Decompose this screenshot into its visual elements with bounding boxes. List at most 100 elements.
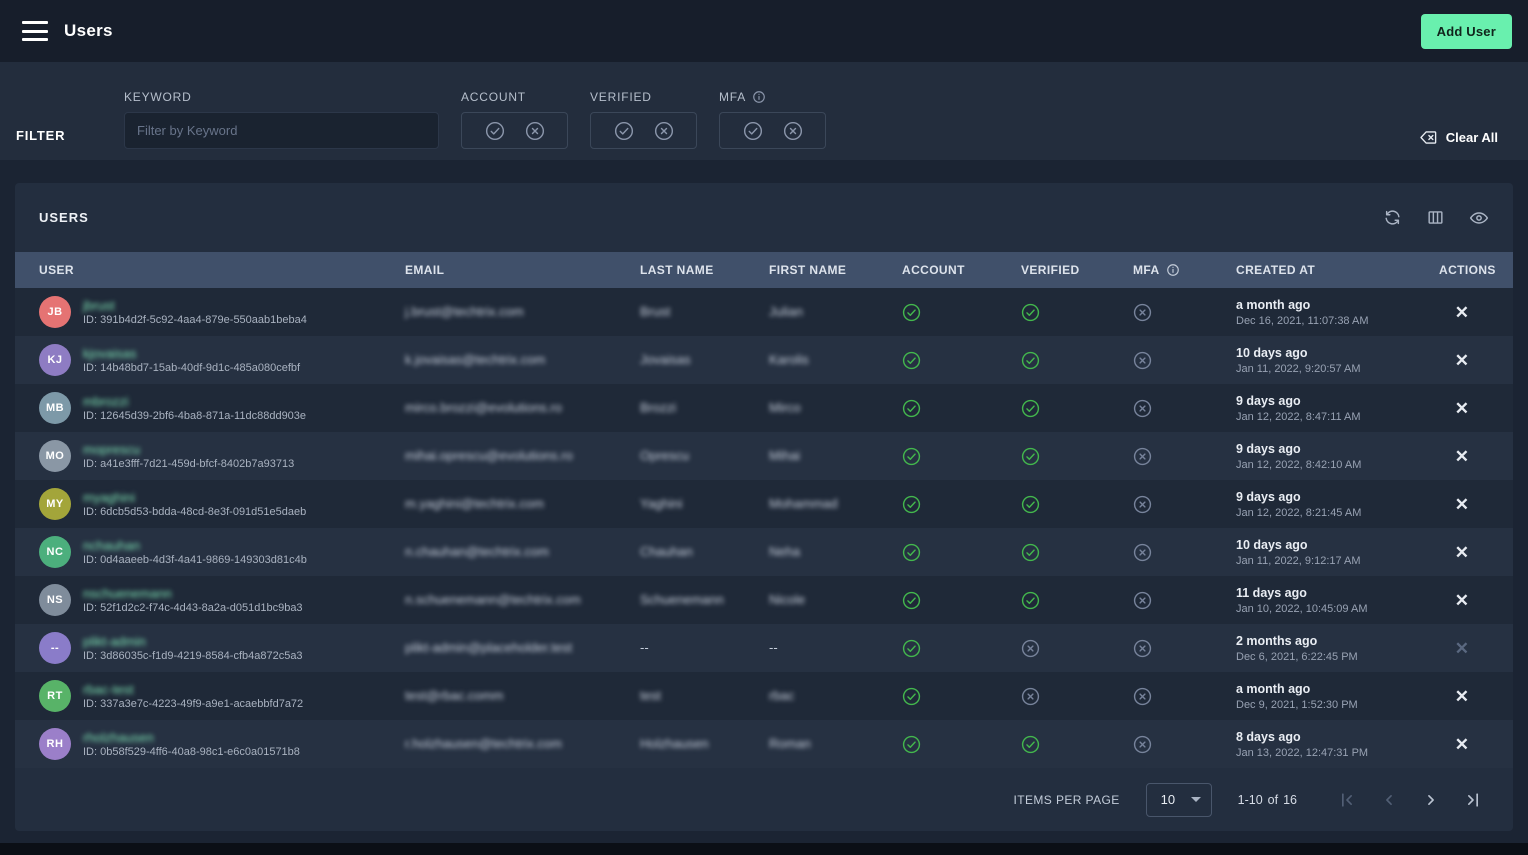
account-status-icon: [902, 687, 1021, 706]
keyword-input[interactable]: [124, 112, 439, 149]
pagination-bar: ITEMS PER PAGE 10 1-10of16: [15, 768, 1513, 831]
user-name[interactable]: myaghini: [83, 491, 135, 504]
user-name[interactable]: plikt-admin: [83, 635, 146, 648]
user-email: mirco.brozzi@evolutions.ro: [405, 400, 562, 415]
account-filter: ACCOUNT: [461, 90, 568, 149]
user-name[interactable]: nchauhan: [83, 539, 140, 552]
items-per-page-select[interactable]: 10: [1146, 783, 1212, 817]
previous-page-button[interactable]: [1379, 790, 1399, 810]
verified-yes-toggle[interactable]: [614, 121, 634, 141]
table-row: RT rbac-test ID: 337a3e7c-4223-49f9-a9e1…: [15, 672, 1513, 720]
last-page-button[interactable]: [1463, 790, 1483, 810]
verified-no-toggle[interactable]: [654, 121, 674, 141]
user-last-name: Schuenemann: [640, 592, 724, 607]
created-at-cell: a month ago Dec 9, 2021, 1:52:30 PM: [1236, 682, 1439, 711]
verified-status-icon: [1021, 303, 1133, 322]
mfa-status-icon: [1133, 735, 1236, 754]
filter-label: FILTER: [16, 128, 124, 143]
user-name[interactable]: rbac-test: [83, 683, 134, 696]
user-email: n.schuenemann@techtrix.com: [405, 592, 581, 607]
mfa-toggle-group: [719, 112, 826, 149]
menu-icon[interactable]: [22, 21, 48, 41]
user-id: ID: a41e3fff-7d21-459d-bfcf-8402b7a93713: [83, 459, 294, 470]
delete-user-button[interactable]: ✕: [1453, 494, 1471, 515]
delete-user-button[interactable]: ✕: [1453, 350, 1471, 371]
verified-filter-label: VERIFIED: [590, 90, 652, 104]
user-last-name: Yaghini: [640, 496, 682, 511]
verified-status-icon: [1021, 639, 1133, 658]
user-name[interactable]: mbrozzi: [83, 395, 129, 408]
visibility-icon[interactable]: [1469, 208, 1489, 228]
account-yes-toggle[interactable]: [485, 121, 505, 141]
first-page-button[interactable]: [1337, 790, 1357, 810]
user-last-name: Brust: [640, 304, 670, 319]
clear-all-label: Clear All: [1446, 130, 1498, 145]
avatar: NC: [39, 536, 71, 568]
account-status-icon: [902, 447, 1021, 466]
created-relative: 10 days ago: [1236, 346, 1439, 360]
avatar: MO: [39, 440, 71, 472]
delete-user-button[interactable]: ✕: [1453, 638, 1471, 659]
delete-user-button[interactable]: ✕: [1453, 302, 1471, 323]
delete-user-button[interactable]: ✕: [1453, 446, 1471, 467]
user-name[interactable]: rholzhausen: [83, 731, 154, 744]
user-last-name: test: [640, 688, 661, 703]
mfa-status-icon: [1133, 447, 1236, 466]
user-last-name: Oprescu: [640, 448, 689, 463]
created-absolute: Dec 9, 2021, 1:52:30 PM: [1236, 699, 1439, 711]
created-absolute: Jan 10, 2022, 10:45:09 AM: [1236, 603, 1439, 615]
user-email: n.chauhan@techtrix.com: [405, 544, 549, 559]
mfa-status-icon: [1133, 303, 1236, 322]
user-first-name: Mirco: [769, 400, 801, 415]
table-row: MB mbrozzi ID: 12645d39-2bf6-4ba8-871a-1…: [15, 384, 1513, 432]
created-at-cell: 9 days ago Jan 12, 2022, 8:47:11 AM: [1236, 394, 1439, 423]
verified-status-icon: [1021, 351, 1133, 370]
table-view-icon[interactable]: [1426, 208, 1445, 228]
keyword-label: KEYWORD: [124, 90, 439, 104]
account-no-toggle[interactable]: [525, 121, 545, 141]
delete-user-button[interactable]: ✕: [1453, 542, 1471, 563]
created-relative: 9 days ago: [1236, 442, 1439, 456]
add-user-button[interactable]: Add User: [1421, 14, 1512, 49]
mfa-status-icon: [1133, 639, 1236, 658]
refresh-icon[interactable]: [1383, 208, 1402, 228]
col-actions: ACTIONS: [1439, 263, 1496, 277]
user-name[interactable]: jbrust: [83, 299, 115, 312]
user-name[interactable]: moprescu: [83, 443, 140, 456]
app-root: Users Add User FILTER KEYWORD ACCOUNT VE…: [0, 0, 1528, 843]
account-status-icon: [902, 735, 1021, 754]
mfa-no-toggle[interactable]: [783, 121, 803, 141]
table-row: -- plikt-admin ID: 3d86035c-f1d9-4219-85…: [15, 624, 1513, 672]
next-page-button[interactable]: [1421, 790, 1441, 810]
account-status-icon: [902, 399, 1021, 418]
avatar: RH: [39, 728, 71, 760]
user-name[interactable]: kjovaisas: [83, 347, 136, 360]
created-relative: 11 days ago: [1236, 586, 1439, 600]
col-email: EMAIL: [405, 263, 640, 277]
delete-user-button[interactable]: ✕: [1453, 398, 1471, 419]
table-row: KJ kjovaisas ID: 14b48bd7-15ab-40df-9d1c…: [15, 336, 1513, 384]
table-row: JB jbrust ID: 391b4d2f-5c92-4aa4-879e-55…: [15, 288, 1513, 336]
mfa-yes-toggle[interactable]: [743, 121, 763, 141]
account-filter-label: ACCOUNT: [461, 90, 526, 104]
delete-user-button[interactable]: ✕: [1453, 590, 1471, 611]
table-body: JB jbrust ID: 391b4d2f-5c92-4aa4-879e-55…: [15, 288, 1513, 768]
account-status-icon: [902, 591, 1021, 610]
chevron-down-icon: [1191, 797, 1201, 802]
user-name[interactable]: nschuenemann: [83, 587, 172, 600]
account-toggle-group: [461, 112, 568, 149]
delete-user-button[interactable]: ✕: [1453, 686, 1471, 707]
account-status-icon: [902, 495, 1021, 514]
mfa-status-icon: [1133, 495, 1236, 514]
avatar: JB: [39, 296, 71, 328]
created-absolute: Dec 16, 2021, 11:07:38 AM: [1236, 315, 1439, 327]
mfa-filter: MFA: [719, 90, 826, 149]
delete-user-button[interactable]: ✕: [1453, 734, 1471, 755]
col-first-name: FIRST NAME: [769, 263, 902, 277]
page-range: 1-10of16: [1238, 793, 1297, 807]
top-bar: Users Add User: [0, 0, 1528, 62]
account-status-icon: [902, 543, 1021, 562]
col-user: USER: [39, 263, 405, 277]
clear-all-button[interactable]: Clear All: [1419, 128, 1498, 147]
user-first-name: Mihai: [769, 448, 800, 463]
